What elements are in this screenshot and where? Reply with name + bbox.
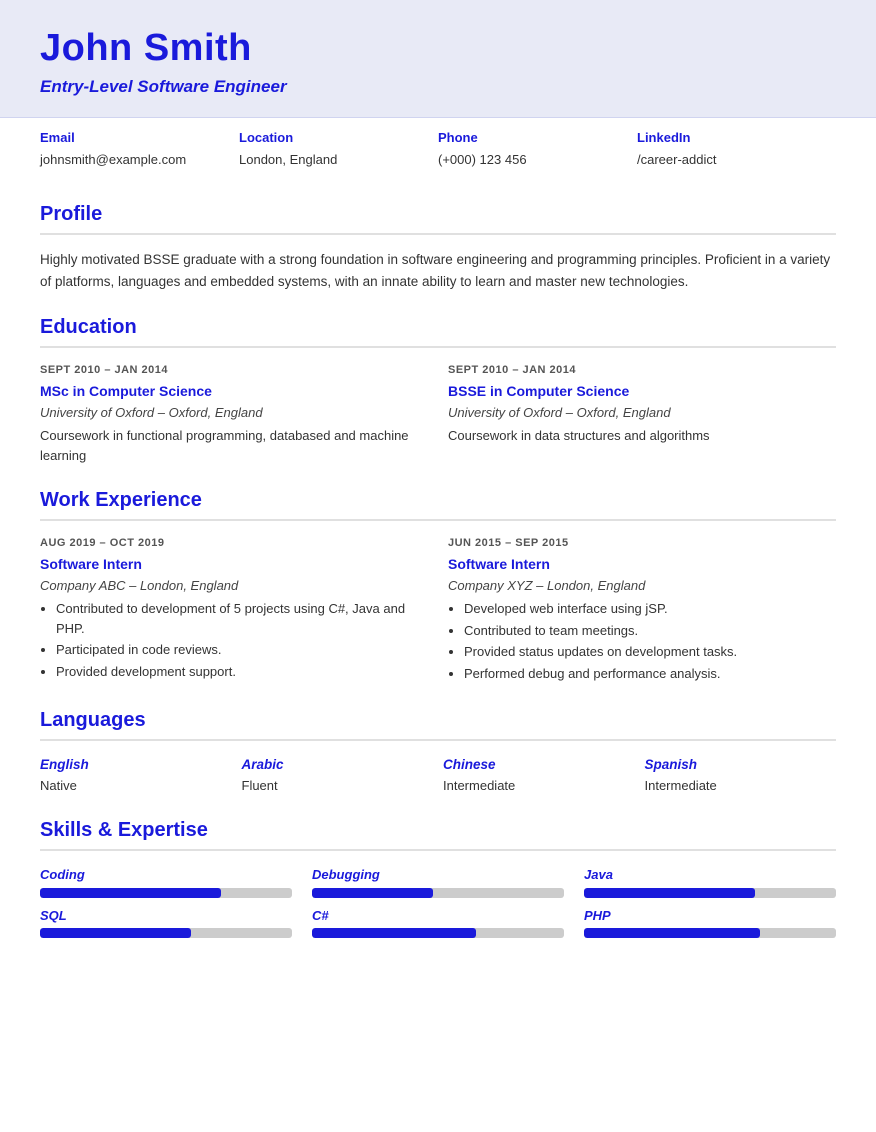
lang-level-1: Fluent bbox=[242, 776, 434, 796]
skill-name-5: PHP bbox=[584, 906, 836, 926]
work-bullet-0-1: Participated in code reviews. bbox=[56, 640, 428, 660]
skill-bar-bg-0 bbox=[40, 888, 292, 898]
lang-item-1: Arabic Fluent bbox=[242, 755, 434, 795]
phone-label: Phone bbox=[438, 128, 637, 148]
work-company-0: Company ABC – London, England bbox=[40, 576, 428, 596]
skill-bar-bg-5 bbox=[584, 928, 836, 938]
skill-item-0: Coding bbox=[40, 865, 292, 898]
edu-date-0: SEPT 2010 – JAN 2014 bbox=[40, 362, 428, 379]
work-bullet-1-0: Developed web interface using jSP. bbox=[464, 599, 836, 619]
skill-bar-fill-5 bbox=[584, 928, 760, 938]
main-content: Profile Highly motivated BSSE graduate w… bbox=[0, 179, 876, 988]
skill-bar-fill-2 bbox=[584, 888, 755, 898]
contact-email: Email johnsmith@example.com bbox=[40, 128, 239, 169]
work-bullet-1-1: Contributed to team meetings. bbox=[464, 621, 836, 641]
edu-date-1: SEPT 2010 – JAN 2014 bbox=[448, 362, 836, 379]
contact-bar: Email johnsmith@example.com Location Lon… bbox=[0, 117, 876, 179]
work-role-1: Software Intern bbox=[448, 554, 836, 575]
candidate-title: Entry-Level Software Engineer bbox=[40, 74, 836, 100]
education-entry-1: SEPT 2010 – JAN 2014 BSSE in Computer Sc… bbox=[448, 362, 836, 465]
work-section: Work Experience AUG 2019 – OCT 2019 Soft… bbox=[40, 485, 836, 685]
skill-name-3: SQL bbox=[40, 906, 292, 926]
work-date-1: JUN 2015 – SEP 2015 bbox=[448, 535, 836, 552]
education-entry-0: SEPT 2010 – JAN 2014 MSc in Computer Sci… bbox=[40, 362, 428, 465]
lang-level-2: Intermediate bbox=[443, 776, 635, 796]
work-bullets-0: Contributed to development of 5 projects… bbox=[40, 599, 428, 681]
edu-desc-1: Coursework in data structures and algori… bbox=[448, 426, 836, 446]
work-bullet-1-2: Provided status updates on development t… bbox=[464, 642, 836, 662]
skills-section: Skills & Expertise Coding Debugging Java… bbox=[40, 815, 836, 938]
skill-name-4: C# bbox=[312, 906, 564, 926]
contact-linkedin: LinkedIn /career-addict bbox=[637, 128, 836, 169]
education-title: Education bbox=[40, 312, 836, 348]
lang-name-0: English bbox=[40, 755, 232, 775]
work-entry-1: JUN 2015 – SEP 2015 Software Intern Comp… bbox=[448, 535, 836, 685]
edu-desc-0: Coursework in functional programming, da… bbox=[40, 426, 428, 465]
linkedin-label: LinkedIn bbox=[637, 128, 836, 148]
candidate-name: John Smith bbox=[40, 28, 836, 70]
lang-level-0: Native bbox=[40, 776, 232, 796]
location-value: London, England bbox=[239, 150, 438, 170]
languages-section: Languages English Native Arabic Fluent C… bbox=[40, 705, 836, 795]
skills-title: Skills & Expertise bbox=[40, 815, 836, 851]
work-bullet-0-2: Provided development support. bbox=[56, 662, 428, 682]
phone-value: (+000) 123 456 bbox=[438, 150, 637, 170]
profile-section: Profile Highly motivated BSSE graduate w… bbox=[40, 199, 836, 292]
work-bullet-0-0: Contributed to development of 5 projects… bbox=[56, 599, 428, 638]
skill-item-2: Java bbox=[584, 865, 836, 898]
skill-item-1: Debugging bbox=[312, 865, 564, 898]
skill-bar-fill-0 bbox=[40, 888, 221, 898]
work-company-1: Company XYZ – London, England bbox=[448, 576, 836, 596]
skill-item-5: PHP bbox=[584, 906, 836, 939]
languages-grid: English Native Arabic Fluent Chinese Int… bbox=[40, 755, 836, 795]
header: John Smith Entry-Level Software Engineer… bbox=[0, 0, 876, 179]
work-grid: AUG 2019 – OCT 2019 Software Intern Comp… bbox=[40, 535, 836, 685]
skill-bar-bg-3 bbox=[40, 928, 292, 938]
skill-item-3: SQL bbox=[40, 906, 292, 939]
skill-bar-fill-1 bbox=[312, 888, 433, 898]
skill-bar-bg-1 bbox=[312, 888, 564, 898]
lang-item-3: Spanish Intermediate bbox=[645, 755, 837, 795]
location-label: Location bbox=[239, 128, 438, 148]
lang-name-3: Spanish bbox=[645, 755, 837, 775]
email-label: Email bbox=[40, 128, 239, 148]
work-title: Work Experience bbox=[40, 485, 836, 521]
skill-name-2: Java bbox=[584, 865, 836, 885]
skill-bar-fill-3 bbox=[40, 928, 191, 938]
lang-name-2: Chinese bbox=[443, 755, 635, 775]
skill-bar-fill-4 bbox=[312, 928, 476, 938]
edu-institution-0: University of Oxford – Oxford, England bbox=[40, 403, 428, 423]
work-role-0: Software Intern bbox=[40, 554, 428, 575]
edu-degree-0: MSc in Computer Science bbox=[40, 381, 428, 402]
skills-grid: Coding Debugging Java SQL C# PHP bbox=[40, 865, 836, 938]
resume-wrapper: John Smith Entry-Level Software Engineer… bbox=[0, 0, 876, 988]
skill-name-0: Coding bbox=[40, 865, 292, 885]
edu-degree-1: BSSE in Computer Science bbox=[448, 381, 836, 402]
profile-title: Profile bbox=[40, 199, 836, 235]
lang-level-3: Intermediate bbox=[645, 776, 837, 796]
linkedin-value: /career-addict bbox=[637, 150, 836, 170]
work-bullet-1-3: Performed debug and performance analysis… bbox=[464, 664, 836, 684]
education-section: Education SEPT 2010 – JAN 2014 MSc in Co… bbox=[40, 312, 836, 465]
languages-title: Languages bbox=[40, 705, 836, 741]
lang-name-1: Arabic bbox=[242, 755, 434, 775]
edu-institution-1: University of Oxford – Oxford, England bbox=[448, 403, 836, 423]
contact-phone: Phone (+000) 123 456 bbox=[438, 128, 637, 169]
lang-item-2: Chinese Intermediate bbox=[443, 755, 635, 795]
lang-item-0: English Native bbox=[40, 755, 232, 795]
skill-bar-bg-4 bbox=[312, 928, 564, 938]
contact-location: Location London, England bbox=[239, 128, 438, 169]
work-entry-0: AUG 2019 – OCT 2019 Software Intern Comp… bbox=[40, 535, 428, 685]
work-date-0: AUG 2019 – OCT 2019 bbox=[40, 535, 428, 552]
profile-text: Highly motivated BSSE graduate with a st… bbox=[40, 249, 836, 292]
skill-name-1: Debugging bbox=[312, 865, 564, 885]
education-grid: SEPT 2010 – JAN 2014 MSc in Computer Sci… bbox=[40, 362, 836, 465]
skill-bar-bg-2 bbox=[584, 888, 836, 898]
email-value: johnsmith@example.com bbox=[40, 150, 239, 170]
skill-item-4: C# bbox=[312, 906, 564, 939]
work-bullets-1: Developed web interface using jSP. Contr… bbox=[448, 599, 836, 683]
